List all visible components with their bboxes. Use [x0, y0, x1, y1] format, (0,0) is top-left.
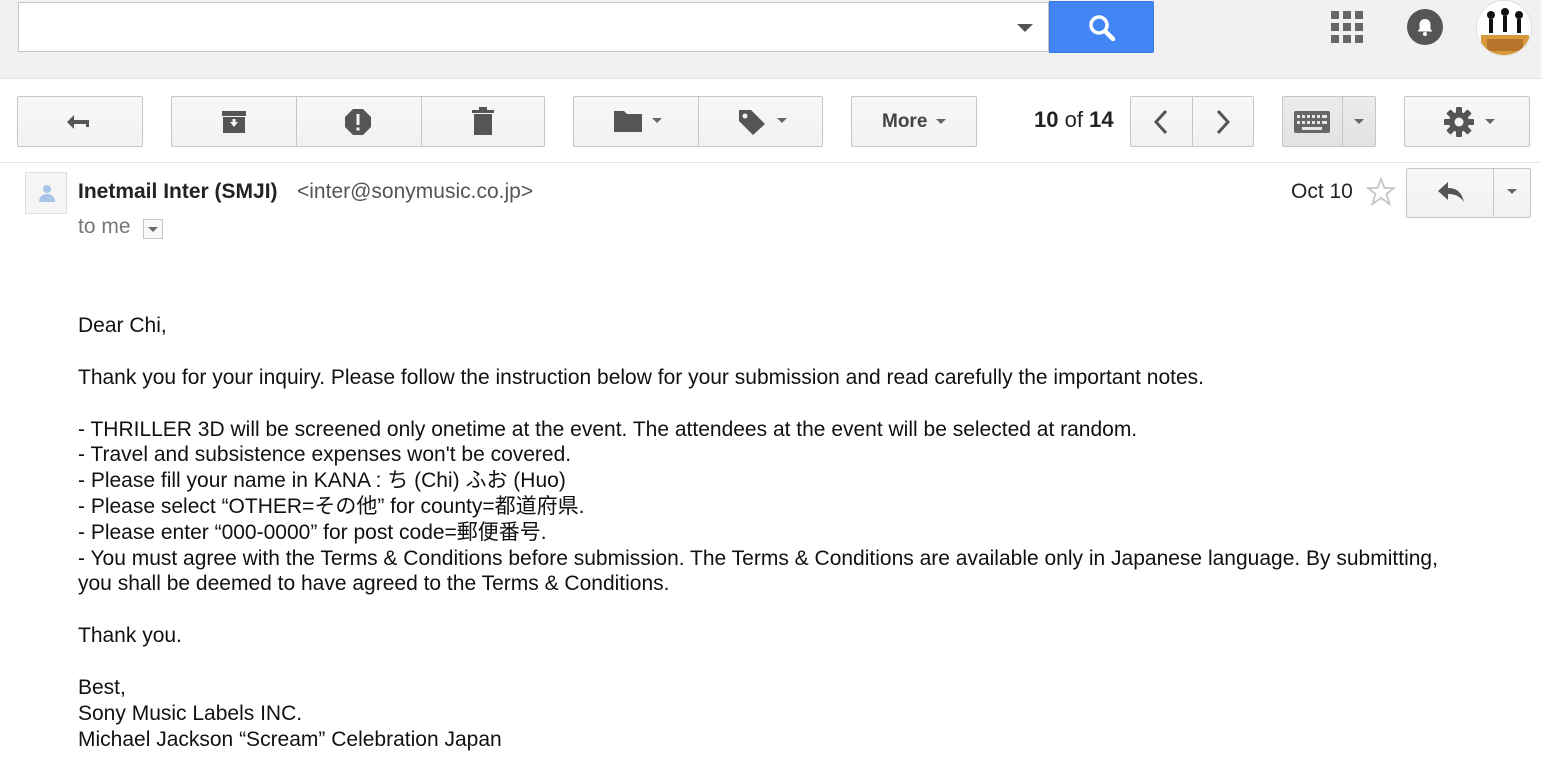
chevron-down-icon [148, 227, 158, 232]
toolbar-divider [0, 162, 1541, 163]
note-item: - Please fill your name in KANA : ち (Chi… [78, 469, 566, 493]
top-search-bar [0, 0, 1541, 79]
greeting: Dear Chi, [78, 314, 167, 337]
action-button-group [171, 96, 545, 147]
message-date: Oct 10 [1291, 180, 1353, 203]
search-box[interactable] [18, 2, 1049, 52]
chevron-down-icon [777, 118, 787, 123]
pager-total: 14 [1089, 107, 1114, 132]
note-item: - Travel and subsistence expenses won't … [78, 443, 572, 467]
person-icon [39, 185, 55, 202]
search-options-dropdown-icon[interactable] [1017, 24, 1033, 32]
search-button[interactable] [1049, 1, 1154, 53]
older-button[interactable] [1193, 97, 1253, 146]
notifications-button[interactable] [1407, 9, 1443, 45]
label-button-group [573, 96, 823, 147]
move-to-button[interactable] [574, 97, 698, 146]
search-icon [1089, 15, 1116, 42]
chevron-down-icon [936, 119, 946, 124]
pager-count: 10 of 14 [1034, 107, 1114, 133]
back-arrow-icon [67, 115, 89, 129]
archive-button[interactable] [172, 97, 296, 146]
apps-grid-icon[interactable] [1331, 11, 1363, 43]
closing-line: Best, [78, 675, 126, 699]
note-item: - You must agree with the Terms & Condit… [78, 546, 1438, 596]
chevron-down-icon [1507, 189, 1517, 194]
report-spam-button[interactable] [297, 97, 421, 146]
signature-event: Michael Jackson “Scream” Celebration Jap… [78, 727, 502, 751]
newer-button[interactable] [1131, 97, 1192, 146]
gear-icon [1444, 107, 1474, 137]
intro-paragraph: Thank you for your inquiry. Please follo… [78, 365, 1205, 389]
labels-button[interactable] [699, 97, 822, 146]
bell-icon [1417, 19, 1433, 36]
input-tools-dropdown[interactable] [1343, 97, 1375, 146]
signature-company: Sony Music Labels INC. [78, 701, 303, 725]
archive-icon [222, 111, 246, 133]
more-button[interactable]: More [851, 96, 977, 147]
input-tools-group [1282, 96, 1376, 147]
folder-icon [614, 111, 642, 132]
chevron-right-icon [1216, 109, 1231, 135]
settings-button[interactable] [1404, 96, 1530, 147]
input-tools-button[interactable] [1283, 97, 1342, 146]
sender-avatar [25, 172, 67, 214]
note-item: - THRILLER 3D will be screened only onet… [78, 417, 1138, 441]
trash-icon [472, 107, 494, 135]
note-item: - Please enter “000-0000” for post code=… [78, 520, 547, 544]
pager-nav-group [1130, 96, 1254, 147]
delete-button[interactable] [422, 97, 544, 146]
reply-button-group [1406, 168, 1531, 218]
star-icon[interactable] [1366, 177, 1396, 207]
pager-current: 10 [1034, 107, 1059, 132]
note-item: - Please select “OTHER=その他” for county=都… [78, 494, 585, 518]
recipient-label: to me [78, 215, 131, 238]
reply-icon [1438, 182, 1464, 202]
account-avatar[interactable] [1476, 0, 1532, 56]
show-details-button[interactable] [143, 219, 163, 239]
more-actions-dropdown[interactable] [1494, 169, 1530, 217]
chevron-down-icon [1485, 119, 1495, 124]
chevron-down-icon [652, 118, 662, 123]
sender-email: <inter@sonymusic.co.jp> [297, 180, 534, 203]
back-to-inbox-button[interactable] [17, 96, 143, 147]
chevron-down-icon [1354, 119, 1364, 124]
message-body: Dear Chi, Thank you for your inquiry. Pl… [78, 313, 1458, 752]
pager-of: of [1064, 107, 1083, 132]
keyboard-icon [1294, 111, 1330, 133]
chevron-left-icon [1153, 109, 1168, 135]
reply-button[interactable] [1407, 169, 1493, 217]
report-spam-icon [345, 109, 371, 135]
more-label: More [882, 111, 928, 132]
search-input[interactable] [19, 3, 999, 51]
tag-icon [739, 110, 765, 135]
sender-name[interactable]: Inetmail Inter (SMJI) [78, 180, 278, 204]
thanks-line: Thank you. [78, 624, 182, 648]
avatar-image [1477, 1, 1531, 55]
